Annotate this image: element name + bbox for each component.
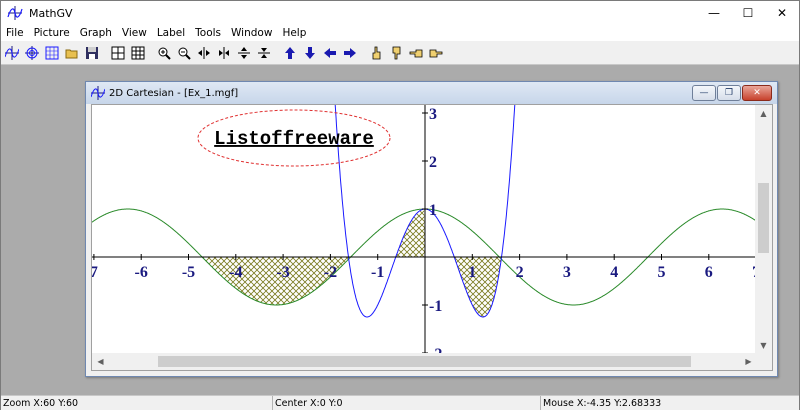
hand-point-left-icon[interactable] bbox=[407, 44, 425, 62]
x-tick-label: -5 bbox=[182, 264, 195, 281]
status-center: Center X:0 Y:0 bbox=[273, 396, 541, 410]
scroll-down-icon[interactable]: ▼ bbox=[755, 337, 772, 354]
x-tick-label: -1 bbox=[371, 264, 384, 281]
stretch-vertical-icon[interactable] bbox=[235, 44, 253, 62]
vertical-scrollbar[interactable]: ▲ ▼ bbox=[755, 105, 772, 354]
horizontal-scrollbar[interactable]: ◀ ▶ bbox=[92, 353, 757, 370]
toolbar bbox=[1, 41, 799, 65]
vertical-scroll-thumb[interactable] bbox=[758, 183, 769, 253]
x-tick-label: 6 bbox=[705, 264, 713, 281]
resize-grip[interactable] bbox=[755, 353, 772, 370]
menu-window[interactable]: Window bbox=[226, 25, 277, 41]
x-tick-label: -4 bbox=[229, 264, 242, 281]
grid-single-icon[interactable] bbox=[109, 44, 127, 62]
x-tick-label: 2 bbox=[516, 264, 524, 281]
cartesian-plot[interactable]: 7-6-5-4-3-2-11234567321-1-2 Listoffreewa… bbox=[92, 105, 757, 354]
arrow-right-icon[interactable] bbox=[341, 44, 359, 62]
open-folder-icon[interactable] bbox=[63, 44, 81, 62]
maximize-button[interactable]: ☐ bbox=[731, 1, 765, 25]
zoom-out-icon[interactable] bbox=[175, 44, 193, 62]
menu-bar: File Picture Graph View Label Tools Wind… bbox=[1, 25, 799, 41]
arrow-down-icon[interactable] bbox=[301, 44, 319, 62]
child-minimize-button[interactable]: — bbox=[692, 85, 716, 101]
graph-label[interactable]: Listoffreeware bbox=[197, 109, 391, 167]
menu-file[interactable]: File bbox=[1, 25, 29, 41]
arrow-left-icon[interactable] bbox=[321, 44, 339, 62]
shrink-vertical-icon[interactable] bbox=[255, 44, 273, 62]
child-title-bar: 2D Cartesian - [Ex_1.mgf] — ❐ ✕ bbox=[86, 82, 777, 104]
mathgv-logo-icon bbox=[7, 6, 23, 20]
x-tick-label: 1 bbox=[468, 264, 476, 281]
hand-point-right-icon[interactable] bbox=[427, 44, 445, 62]
x-tick-label: 7 bbox=[92, 264, 98, 281]
y-tick-label: 3 bbox=[429, 106, 437, 123]
scroll-left-icon[interactable]: ◀ bbox=[92, 353, 109, 370]
status-mouse: Mouse X:-4.35 Y:2.68333 bbox=[543, 398, 662, 409]
graph-parametric-icon[interactable] bbox=[23, 44, 41, 62]
status-bar: Zoom X:60 Y:60 Center X:0 Y:0 Mouse X:-4… bbox=[1, 395, 799, 410]
shrink-horizontal-icon[interactable] bbox=[215, 44, 233, 62]
y-tick-label: -1 bbox=[429, 298, 442, 315]
menu-label[interactable]: Label bbox=[152, 25, 190, 41]
y-tick-label: 1 bbox=[429, 202, 437, 219]
menu-view[interactable]: View bbox=[117, 25, 152, 41]
title-bar: MathGV — ☐ ✕ bbox=[1, 1, 799, 25]
x-tick-label: -6 bbox=[135, 264, 148, 281]
stretch-horizontal-icon[interactable] bbox=[195, 44, 213, 62]
mdi-workspace: 2D Cartesian - [Ex_1.mgf] — ❐ ✕ -6 -5 -4… bbox=[1, 65, 799, 395]
menu-help[interactable]: Help bbox=[277, 25, 311, 41]
graph-canvas[interactable]: 7-6-5-4-3-2-11234567321-1-2 Listoffreewa… bbox=[91, 104, 773, 371]
save-disk-icon[interactable] bbox=[83, 44, 101, 62]
status-zoom: Zoom X:60 Y:60 bbox=[1, 396, 273, 410]
graph-polar-icon[interactable] bbox=[43, 44, 61, 62]
child-restore-button[interactable]: ❐ bbox=[717, 85, 741, 101]
grid-multi-icon[interactable] bbox=[129, 44, 147, 62]
arrow-up-icon[interactable] bbox=[281, 44, 299, 62]
hand-point-down-icon[interactable] bbox=[387, 44, 405, 62]
menu-picture[interactable]: Picture bbox=[29, 25, 75, 41]
shaded-region-between bbox=[396, 209, 425, 257]
y-tick-label: 2 bbox=[429, 154, 437, 171]
graph-function-icon[interactable] bbox=[3, 44, 21, 62]
x-tick-label: 5 bbox=[658, 264, 666, 281]
shaded-region-blue bbox=[454, 257, 502, 317]
graph-document-icon bbox=[91, 86, 105, 100]
x-tick-label: -3 bbox=[276, 264, 289, 281]
scroll-up-icon[interactable]: ▲ bbox=[755, 105, 772, 122]
menu-tools[interactable]: Tools bbox=[190, 25, 226, 41]
x-tick-label: 4 bbox=[610, 264, 618, 281]
child-close-button[interactable]: ✕ bbox=[742, 85, 772, 101]
hand-point-up-icon[interactable] bbox=[367, 44, 385, 62]
graph-label-text: Listoffreeware bbox=[214, 128, 374, 150]
x-tick-label: -2 bbox=[324, 264, 337, 281]
zoom-in-icon[interactable] bbox=[155, 44, 173, 62]
x-tick-label: 3 bbox=[563, 264, 571, 281]
close-button[interactable]: ✕ bbox=[765, 1, 799, 25]
horizontal-scroll-thumb[interactable] bbox=[158, 356, 691, 367]
child-window-title: 2D Cartesian - [Ex_1.mgf] bbox=[109, 87, 239, 99]
menu-graph[interactable]: Graph bbox=[75, 25, 117, 41]
minimize-button[interactable]: — bbox=[697, 1, 731, 25]
cartesian-child-window: 2D Cartesian - [Ex_1.mgf] — ❐ ✕ -6 -5 -4… bbox=[85, 81, 778, 377]
window-title: MathGV bbox=[29, 6, 73, 20]
app-window: MathGV — ☐ ✕ File Picture Graph View Lab… bbox=[0, 0, 800, 410]
